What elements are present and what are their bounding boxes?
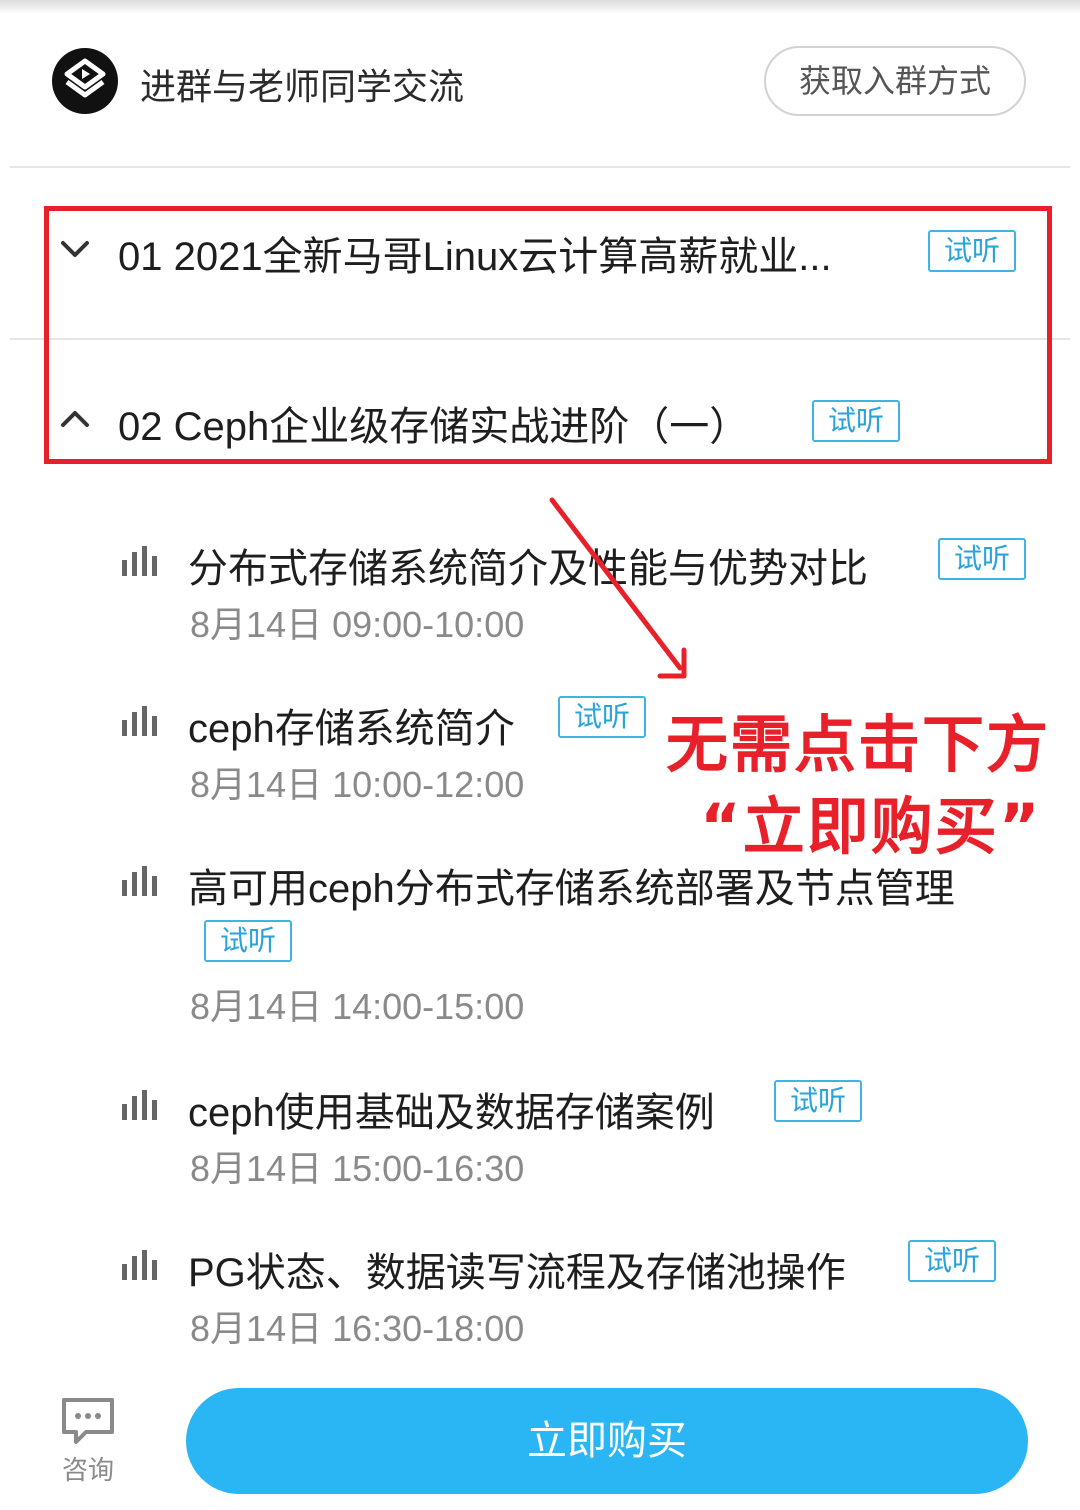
lesson-time: 8月14日 09:00-10:00	[190, 604, 525, 645]
lesson-item[interactable]: 高可用ceph分布式存储系统部署及节点管理 试听 8月14日 14:00-15:…	[0, 850, 1080, 1027]
lesson-time: 8月14日 15:00-16:30	[190, 1148, 525, 1189]
annotation-text-line2: “立即购买”	[700, 790, 1042, 863]
trial-tag[interactable]: 试听	[938, 538, 1027, 580]
lesson-title: 分布式存储系统简介及性能与优势对比	[188, 547, 868, 591]
highlight-box	[44, 206, 1052, 464]
top-shadow	[0, 0, 1080, 14]
trial-tag[interactable]: 试听	[774, 1080, 863, 1122]
consult-button[interactable]: 咨询	[56, 1396, 120, 1492]
audio-bars-icon	[122, 1090, 157, 1120]
audio-bars-icon	[122, 1250, 157, 1280]
audio-bars-icon	[122, 706, 157, 736]
audio-bars-icon	[122, 546, 157, 576]
annotation-text-line1: 无需点击下方	[666, 708, 1051, 781]
group-chat-text: 进群与老师同学交流	[140, 66, 465, 107]
consult-label: 咨询	[61, 1455, 114, 1485]
trial-tag[interactable]: 试听	[558, 696, 647, 738]
join-group-button[interactable]: 获取入群方式	[764, 46, 1026, 116]
lesson-title: ceph存储系统简介	[188, 707, 515, 751]
lesson-time: 8月14日 16:30-18:00	[190, 1308, 525, 1349]
course-logo-icon	[52, 48, 118, 114]
group-row: 进群与老师同学交流 获取入群方式	[0, 30, 1080, 140]
lesson-time: 8月14日 10:00-12:00	[190, 764, 525, 805]
buy-now-button[interactable]: 立即购买	[186, 1388, 1028, 1494]
lesson-time: 8月14日 14:00-15:00	[190, 986, 525, 1027]
lesson-item[interactable]: 分布式存储系统简介及性能与优势对比 试听 8月14日 09:00-10:00	[0, 530, 1080, 645]
divider	[10, 166, 1070, 168]
audio-bars-icon	[122, 866, 157, 896]
trial-tag[interactable]: 试听	[908, 1240, 997, 1282]
lesson-title: ceph使用基础及数据存储案例	[188, 1091, 715, 1135]
lesson-title: PG状态、数据读写流程及存储池操作	[188, 1251, 846, 1295]
chat-bubble-icon	[62, 1398, 114, 1444]
lesson-item[interactable]: ceph使用基础及数据存储案例 试听 8月14日 15:00-16:30	[0, 1074, 1080, 1189]
trial-tag[interactable]: 试听	[204, 920, 293, 962]
lesson-item[interactable]: PG状态、数据读写流程及存储池操作 试听 8月14日 16:30-18:00	[0, 1234, 1080, 1349]
